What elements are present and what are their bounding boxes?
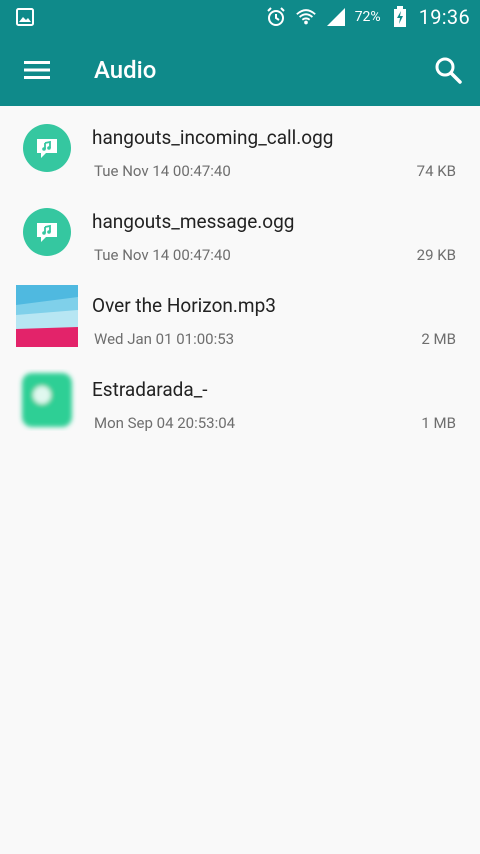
- file-name: hangouts_message.ogg: [92, 210, 295, 233]
- file-size: 74 KB: [416, 162, 456, 180]
- signal-icon: [325, 6, 347, 28]
- file-name: hangouts_incoming_call.ogg: [92, 126, 334, 149]
- file-date: Mon Sep 04 20:53:04: [94, 414, 236, 432]
- status-bar: 72% 19:36: [0, 0, 480, 34]
- image-icon: [14, 6, 36, 28]
- menu-button[interactable]: [22, 55, 52, 85]
- wifi-icon: [295, 6, 317, 28]
- file-list: hangouts_incoming_call.ogg Tue Nov 14 00…: [0, 106, 480, 442]
- thumbnail: [16, 285, 78, 347]
- file-date: Tue Nov 14 00:47:40: [94, 246, 231, 264]
- list-item[interactable]: Estradarada_- Mon Sep 04 20:53:04 1 MB: [0, 358, 480, 442]
- album-art-blurred-icon: [16, 369, 78, 431]
- battery-charging-icon: [389, 6, 411, 28]
- thumbnail: [16, 369, 78, 431]
- file-name: Estradarada_-: [92, 378, 208, 401]
- file-size: 2 MB: [421, 330, 456, 348]
- search-icon: [435, 57, 462, 84]
- thumbnail: [16, 201, 78, 263]
- list-item[interactable]: Over the Horizon.mp3 Wed Jan 01 01:00:53…: [0, 274, 480, 358]
- thumbnail: [16, 117, 78, 179]
- file-name: Over the Horizon.mp3: [92, 294, 276, 317]
- file-date: Tue Nov 14 00:47:40: [94, 162, 231, 180]
- page-title: Audio: [94, 56, 157, 84]
- battery-percent: 72%: [354, 9, 381, 25]
- search-button[interactable]: [432, 54, 464, 86]
- album-art-icon: [16, 285, 78, 347]
- file-date: Wed Jan 01 01:00:53: [94, 330, 235, 348]
- file-size: 1 MB: [421, 414, 456, 432]
- app-bar: Audio: [0, 34, 480, 106]
- list-item[interactable]: hangouts_incoming_call.ogg Tue Nov 14 00…: [0, 106, 480, 190]
- list-item[interactable]: hangouts_message.ogg Tue Nov 14 00:47:40…: [0, 190, 480, 274]
- alarm-icon: [265, 6, 287, 28]
- hangouts-icon: [37, 139, 57, 158]
- hangouts-icon: [37, 223, 57, 242]
- hamburger-menu-icon: [24, 61, 50, 79]
- file-size: 29 KB: [416, 246, 456, 264]
- status-time: 19:36: [418, 5, 470, 29]
